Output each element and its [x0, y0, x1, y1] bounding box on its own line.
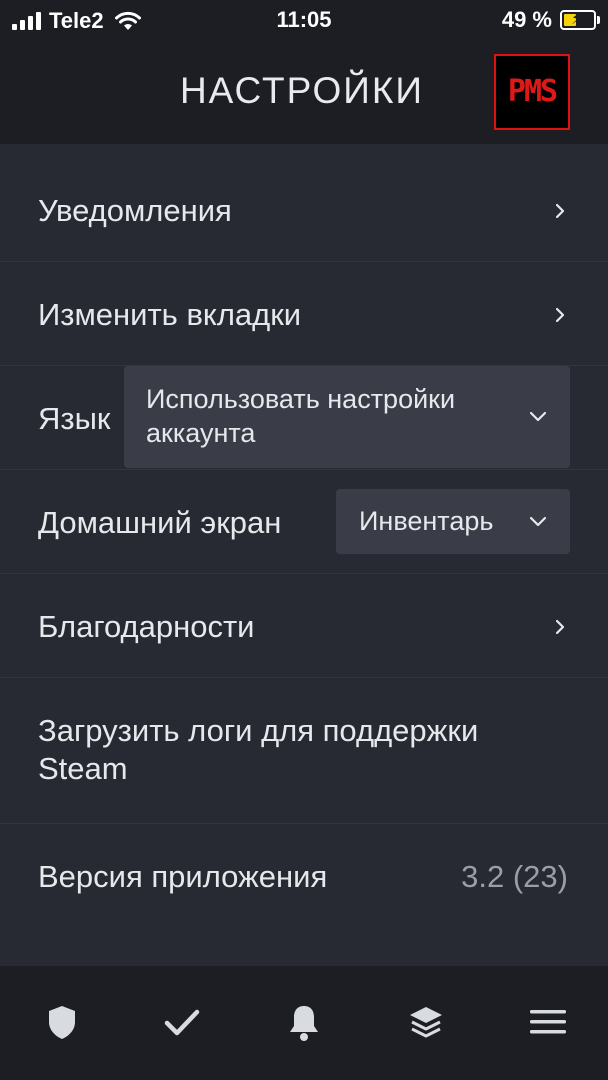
home-screen-select[interactable]: Инвентарь [336, 489, 570, 554]
chevron-right-icon [555, 619, 565, 635]
charging-bolt-icon: ⚡ [571, 11, 583, 28]
status-bar: Tele2 11:05 49 % ⚡ [0, 0, 608, 40]
app-version-value: 3.2 (23) [461, 859, 568, 894]
battery-nub [597, 16, 600, 24]
language-label: Язык [38, 401, 111, 436]
chevron-right-icon [555, 203, 565, 219]
settings-item-label: Благодарности [38, 609, 255, 644]
shield-icon [49, 1006, 75, 1039]
language-select-value: Использовать настройки аккаунта [146, 384, 456, 448]
app-version-label: Версия приложения [38, 859, 328, 894]
settings-item-home-screen: Домашний экран Инвентарь [0, 470, 608, 574]
settings-item-credits[interactable]: Благодарности [0, 574, 608, 678]
chevron-down-icon [529, 516, 547, 527]
settings-item-app-version: Версия приложения 3.2 (23) [0, 824, 608, 934]
settings-item-language: Язык Использовать настройки аккаунта [0, 366, 608, 470]
tab-bar [0, 966, 608, 1080]
avatar[interactable]: PMS [494, 54, 570, 130]
settings-item-label: Уведомления [38, 193, 232, 228]
chevron-down-icon [529, 411, 547, 422]
settings-item-upload-logs[interactable]: Загрузить логи для поддержки Steam [0, 678, 608, 824]
tab-confirmations[interactable] [160, 1000, 204, 1044]
layers-icon [410, 1007, 442, 1038]
battery-icon: ⚡ [560, 10, 600, 30]
checkmark-icon [164, 1009, 200, 1036]
chevron-right-icon [555, 307, 565, 323]
language-select[interactable]: Использовать настройки аккаунта [124, 366, 570, 468]
tab-menu[interactable] [526, 1000, 570, 1044]
tab-notifications[interactable] [282, 1000, 326, 1044]
settings-item-notifications[interactable]: Уведомления [0, 144, 608, 262]
tab-guard[interactable] [40, 1000, 84, 1044]
bell-icon [290, 1006, 318, 1041]
settings-item-edit-tabs[interactable]: Изменить вкладки [0, 262, 608, 366]
settings-item-label: Изменить вкладки [38, 297, 302, 332]
settings-item-label: Загрузить логи для поддержки Steam [38, 713, 479, 786]
battery-percent: 49 % [501, 7, 552, 32]
home-screen-select-value: Инвентарь [359, 506, 494, 536]
tab-inventory[interactable] [404, 1000, 448, 1044]
menu-icon [530, 1010, 566, 1034]
status-right: 49 % ⚡ [501, 7, 600, 33]
header: НАСТРОЙКИ PMS [0, 40, 608, 144]
home-screen-label: Домашний экран [38, 505, 282, 540]
